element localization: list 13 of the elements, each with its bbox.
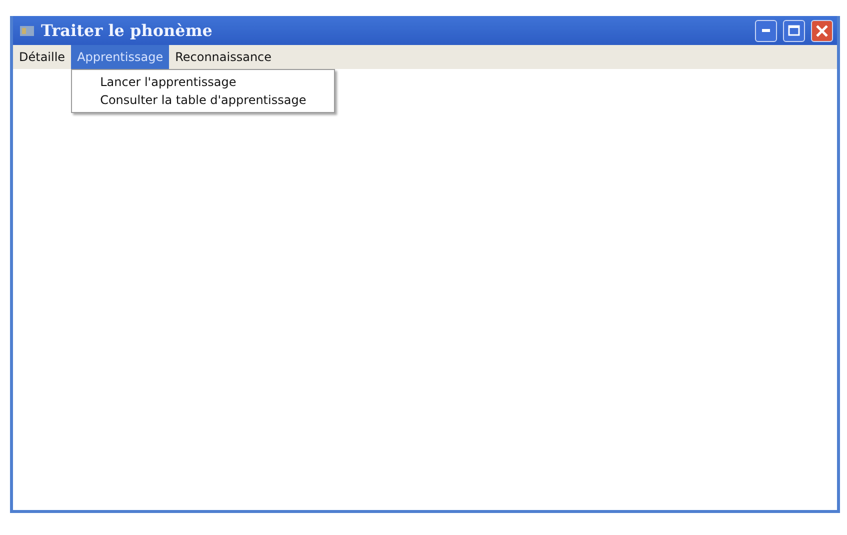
- close-button[interactable]: [811, 20, 833, 42]
- maximize-icon: [788, 25, 800, 36]
- menu-item[interactable]: Détaille: [13, 45, 72, 69]
- minimize-icon: [762, 29, 770, 32]
- window-title: Traiter le phonème: [41, 21, 214, 40]
- menu-item[interactable]: Apprentissage: [71, 45, 170, 69]
- menu-option[interactable]: Consulter la table d'apprentissage: [72, 91, 334, 109]
- minimize-button[interactable]: [755, 20, 777, 42]
- maximize-button[interactable]: [783, 20, 805, 42]
- app-icon: [19, 24, 35, 38]
- menu-option[interactable]: Lancer l'apprentissage: [72, 73, 334, 91]
- menu-item[interactable]: Reconnaissance: [169, 45, 278, 69]
- close-icon: [816, 24, 828, 36]
